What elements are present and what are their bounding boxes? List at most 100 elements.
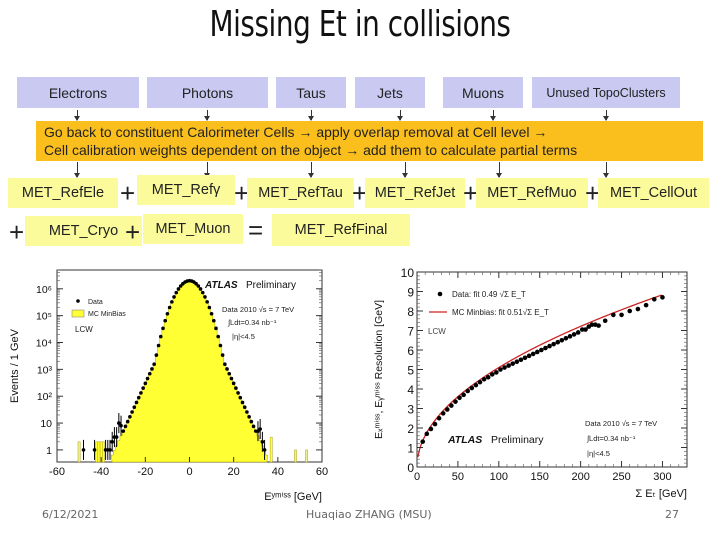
data-point	[110, 440, 115, 444]
y-tick-label: 10⁴	[36, 338, 52, 350]
x-tick-label: -60	[49, 466, 65, 478]
arrow-down-icon	[490, 110, 496, 121]
arrow-down-icon	[74, 110, 80, 121]
data-point	[461, 392, 466, 398]
data-point	[143, 381, 148, 386]
annotation-atlas: ATLAS	[447, 434, 482, 446]
data-point	[660, 295, 665, 300]
data-point	[136, 395, 141, 400]
data-point	[506, 363, 511, 368]
object-box-electrons: Electrons	[17, 77, 139, 108]
data-point	[420, 439, 426, 444]
annotation-lcw: LCW	[428, 327, 446, 336]
data-point	[619, 312, 624, 318]
data-point	[260, 440, 265, 444]
arrow-down-icon	[74, 162, 80, 178]
data-point	[563, 336, 569, 341]
data-point	[147, 371, 152, 376]
data-point	[158, 334, 163, 339]
data-point	[167, 305, 172, 310]
legend-fit-label: MC Minbias: fit 0.51√Σ E_T	[452, 308, 549, 317]
y-tick-label: 5	[407, 364, 414, 378]
data-point	[145, 376, 150, 381]
object-box-photons: Photons	[147, 77, 268, 108]
data-point	[163, 318, 168, 323]
footer-author: Huaqiao ZHANG (MSU)	[306, 508, 432, 521]
data-point	[481, 376, 487, 382]
term-met-reffinal: MET_RefFinal	[272, 214, 410, 246]
y-axis-label: Events / 1 GeV	[9, 328, 21, 403]
y-tick-label: 0	[407, 461, 414, 475]
data-point	[223, 362, 227, 366]
data-point	[485, 375, 491, 380]
y-tick-label: 6	[407, 344, 414, 358]
data-point	[514, 359, 520, 364]
data-point	[602, 318, 608, 324]
object-box-jets: Jets	[355, 77, 425, 108]
term-met-refgamma: MET_Refγ	[137, 175, 235, 205]
data-point	[119, 423, 123, 428]
legend-data-marker	[437, 291, 443, 297]
term-met-reftau: MET_RefTau	[247, 178, 354, 208]
data-point	[477, 379, 483, 385]
y-tick-label: 10³	[37, 364, 53, 376]
data-point	[123, 424, 128, 429]
y-tick-label: 10	[401, 266, 415, 280]
arrow-down-icon	[308, 162, 314, 178]
x-tick-label: 50	[452, 471, 464, 483]
data-point	[449, 403, 454, 408]
data-point	[258, 427, 262, 431]
process-line-1: Go back to constituent Calorimeter Cells…	[44, 124, 548, 140]
data-point	[234, 386, 238, 390]
data-point	[262, 448, 267, 452]
object-box-muons: Muons	[443, 77, 523, 108]
data-point	[209, 311, 214, 316]
y-tick-label: 1	[46, 445, 52, 457]
arrow-down-icon	[603, 110, 609, 121]
data-point	[152, 362, 156, 366]
data-point	[575, 330, 581, 335]
x-tick-label: 0	[414, 471, 420, 483]
data-point	[198, 287, 203, 291]
data-point	[596, 323, 601, 328]
data-point	[249, 419, 254, 424]
data-point	[134, 400, 139, 405]
data-point	[489, 372, 495, 377]
data-point	[251, 424, 256, 429]
x-tick-label: 300	[653, 471, 671, 483]
data-point	[92, 448, 97, 452]
data-point	[469, 385, 475, 391]
data-point	[128, 414, 132, 419]
data-point	[611, 312, 616, 318]
data-point	[108, 448, 112, 452]
data-point	[218, 343, 223, 348]
x-tick-label: 40	[272, 466, 284, 478]
x-axis-label: Eʸᵐⁱˢˢ [GeV]	[264, 491, 322, 503]
legend-data-label: Data	[88, 299, 103, 306]
data-point	[643, 302, 649, 308]
data-point	[627, 308, 633, 314]
mc-bin	[77, 441, 81, 463]
data-point	[172, 295, 176, 299]
y-tick-label: 4	[407, 383, 414, 397]
data-point	[559, 337, 565, 343]
term-met-refele: MET_RefEle	[8, 178, 118, 208]
data-point	[635, 306, 641, 312]
x-tick-label: 150	[531, 471, 549, 483]
legend-data-marker	[76, 299, 80, 303]
y-tick-label: 1	[407, 442, 414, 456]
data-point	[200, 290, 205, 295]
data-point	[245, 410, 249, 414]
data-point	[498, 367, 503, 372]
data-point	[555, 339, 561, 345]
data-point	[121, 429, 126, 433]
data-point	[203, 295, 207, 299]
term-met-refjet: MET_RefJet	[365, 178, 465, 208]
data-point	[216, 334, 221, 339]
y-tick-label: 3	[407, 403, 414, 417]
y-tick-label: 10	[40, 418, 52, 430]
y-tick-label: 7	[407, 325, 414, 339]
data-point	[651, 297, 657, 302]
data-point	[220, 353, 225, 357]
mc-bin	[97, 441, 101, 463]
